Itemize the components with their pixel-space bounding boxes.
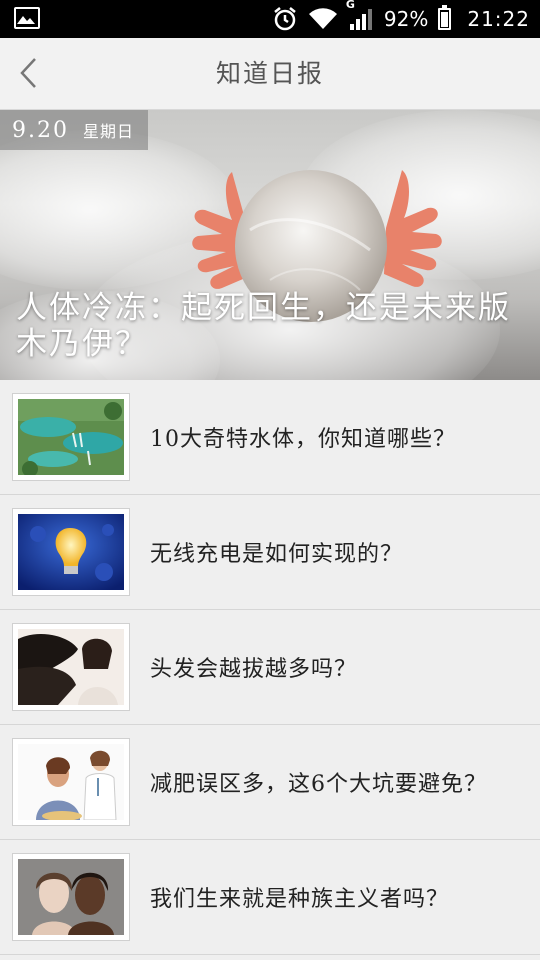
article-title: 我们生来就是种族主义者吗？	[150, 887, 450, 912]
weekday-text: 星期日	[82, 122, 134, 141]
article-thumbnail	[12, 393, 130, 481]
long-hair-woman-image	[18, 629, 124, 705]
article-row[interactable]: 头发会越拔越多吗？	[0, 610, 540, 725]
article-row[interactable]: 10大奇特水体，你知道哪些？	[0, 380, 540, 495]
waterfall-lakes-image	[18, 399, 124, 475]
article-list: 10大奇特水体，你知道哪些？ 无线充电是如何实现的？ 头发会越拔越多吗？ 减肥误…	[0, 380, 540, 955]
date-badge: 9.20 星期日	[0, 110, 148, 150]
wifi-icon	[308, 7, 338, 31]
gallery-icon	[14, 7, 40, 29]
doctor-patient-image	[18, 744, 124, 820]
article-row[interactable]: 无线充电是如何实现的？	[0, 495, 540, 610]
light-bulb-image	[18, 514, 124, 590]
network-type-label: G	[345, 0, 355, 11]
battery-percent: 92%	[383, 7, 429, 31]
hero-headline: 人体冷冻：起死回生，还是未来版木乃伊？	[16, 290, 511, 362]
article-title: 头发会越拔越多吗？	[150, 657, 358, 682]
article-thumbnail	[12, 853, 130, 941]
alarm-icon	[272, 6, 298, 32]
title-bar: 知道日报	[0, 38, 540, 110]
article-thumbnail	[12, 623, 130, 711]
date-text: 9.20	[12, 117, 69, 143]
article-thumbnail	[12, 738, 130, 826]
two-faces-image	[18, 859, 124, 935]
clock: 21:22	[467, 7, 530, 31]
status-bar: G 92% 21:22	[0, 0, 540, 38]
article-thumbnail	[12, 508, 130, 596]
article-title: 无线充电是如何实现的？	[150, 542, 404, 567]
article-row[interactable]: 减肥误区多，这6个大坑要避免？	[0, 725, 540, 840]
signal-icon: G	[346, 0, 374, 30]
article-title: 10大奇特水体，你知道哪些？	[150, 427, 456, 452]
featured-article[interactable]: 9.20 星期日 人体冷冻：起死回生，还是未来版木乃伊？	[0, 110, 540, 380]
page-title: 知道日报	[215, 59, 324, 88]
article-title: 减肥误区多，这6个大坑要避免？	[150, 772, 487, 797]
battery-icon	[438, 5, 452, 30]
article-row[interactable]: 我们生来就是种族主义者吗？	[0, 840, 540, 955]
